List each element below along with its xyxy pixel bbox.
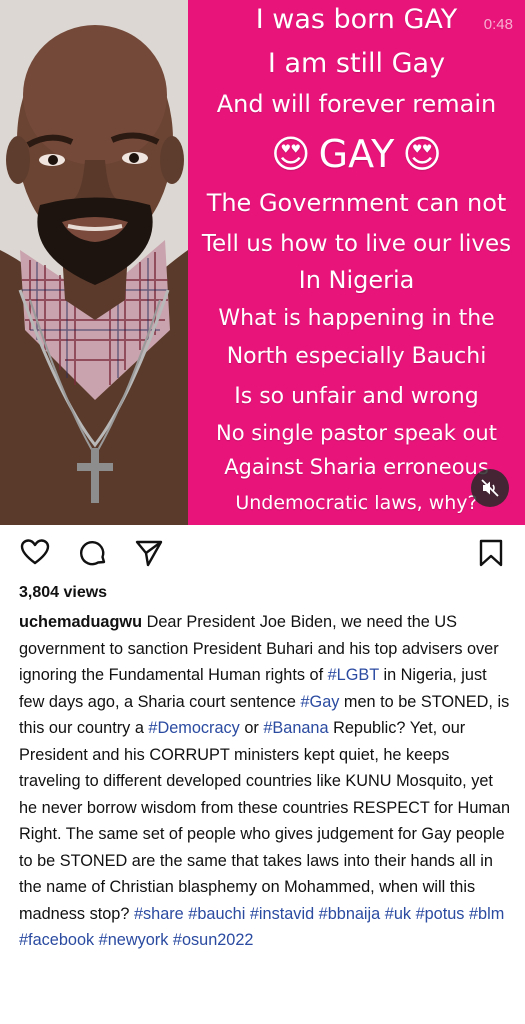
username-link[interactable]: uchemaduagwu (19, 613, 142, 631)
hashtag-link[interactable]: #LGBT (328, 666, 379, 684)
mute-button[interactable] (471, 469, 509, 507)
hashtag-link[interactable]: #bauchi (188, 905, 245, 923)
hashtag-link[interactable]: #uk (385, 905, 411, 923)
card-line-8: What is happening in the (218, 306, 495, 331)
action-bar (0, 538, 525, 568)
hashtag-link[interactable]: #bbnaija (319, 905, 381, 923)
profile-photo (0, 0, 188, 525)
caption-text: Dear President Joe Biden, we need the US… (19, 613, 510, 949)
hashtag-link[interactable]: #newyork (99, 931, 169, 949)
card-line-7: In Nigeria (298, 266, 415, 294)
card-line-3: And will forever remain (216, 90, 497, 118)
hashtag-link[interactable]: #osun2022 (173, 931, 254, 949)
speaker-muted-icon (481, 479, 499, 497)
video-timer: 0:48 (483, 16, 513, 33)
hashtag-link[interactable]: #blm (469, 905, 504, 923)
post-media[interactable]: I was born GAY 0:48 I am still Gay And w… (0, 0, 525, 525)
card-line-5: The Government can not (206, 189, 507, 217)
hashtag-link[interactable]: #instavid (250, 905, 314, 923)
card-line-4: 😍 GAY 😍 (188, 132, 525, 176)
hashtag-link[interactable]: #Democracy (148, 719, 239, 737)
caption-segment: Republic? Yet, our President and his COR… (19, 719, 511, 923)
heart-icon[interactable] (20, 538, 50, 566)
views-count: 3,804 views (19, 584, 108, 601)
card-line-9: North especially Bauchi (226, 344, 487, 369)
card-line-1: I was born GAY (255, 4, 458, 35)
caption-segment: or (239, 719, 264, 737)
send-icon[interactable] (134, 538, 164, 568)
bookmark-icon[interactable] (478, 538, 504, 568)
heart-eyes-emoji-left: 😍 (271, 132, 311, 176)
card-line-6: Tell us how to live our lives (201, 231, 512, 257)
card-line-4-text: GAY (318, 132, 395, 176)
comment-icon[interactable] (78, 538, 108, 568)
hashtag-link[interactable]: #Gay (300, 693, 339, 711)
heart-eyes-emoji-right: 😍 (402, 132, 442, 176)
card-line-2: I am still Gay (267, 48, 446, 79)
hashtag-link[interactable]: #share (134, 905, 184, 923)
hashtag-link[interactable]: #potus (416, 905, 465, 923)
hashtag-link[interactable]: #facebook (19, 931, 94, 949)
card-line-10: Is so unfair and wrong (234, 384, 479, 409)
card-line-11: No single pastor speak out (216, 421, 497, 445)
post-caption: uchemaduagwu Dear President Joe Biden, w… (19, 609, 514, 954)
hashtag-link[interactable]: #Banana (263, 719, 328, 737)
